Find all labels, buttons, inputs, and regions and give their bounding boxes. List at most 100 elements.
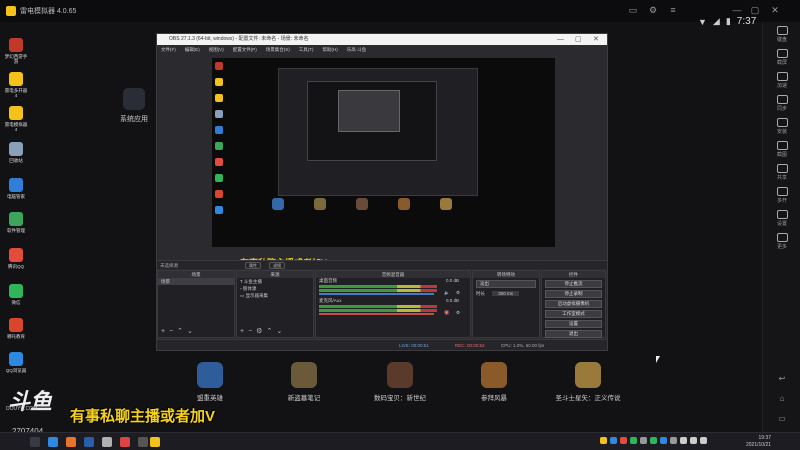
- obs-title: OBS 27.1.3 (64-bit, windows) - 配置文件: 未命名…: [169, 36, 309, 42]
- app-game-5[interactable]: 圣斗士星矢：正义传说: [548, 362, 628, 402]
- tray-icon[interactable]: [630, 437, 637, 444]
- menu-profile[interactable]: 配置文件(P): [233, 45, 257, 54]
- desktop-icon-manager[interactable]: 电脑管家: [4, 178, 28, 199]
- taskbar-app-icon[interactable]: [138, 437, 148, 447]
- sidebar-item-speed[interactable]: 加速: [767, 72, 797, 89]
- menu-icon[interactable]: ≡: [666, 4, 680, 16]
- search-icon[interactable]: [48, 437, 58, 447]
- app-game-2[interactable]: 新盗墓笔记: [276, 362, 332, 402]
- exit-button[interactable]: 退出: [545, 330, 602, 338]
- system-apps-folder[interactable]: 系统应用: [116, 88, 152, 124]
- browser-icon: [9, 352, 23, 366]
- nested-obs-capture: [278, 68, 478, 196]
- sidebar-item-share[interactable]: 共享: [767, 164, 797, 181]
- menu-help[interactable]: 帮助(H): [323, 45, 338, 54]
- taskbar-app-icon[interactable]: [84, 437, 94, 447]
- stop-streaming-button[interactable]: 停止推流: [545, 280, 602, 288]
- properties-button[interactable]: 属性: [245, 262, 261, 269]
- sidebar-item-multi[interactable]: 多开: [767, 187, 797, 204]
- studio-mode-button[interactable]: 工作室模式: [545, 310, 602, 318]
- taskbar-app-icon[interactable]: [66, 437, 76, 447]
- app-game-4[interactable]: 参拜风暴: [466, 362, 522, 402]
- filters-button[interactable]: 滤镜: [269, 262, 285, 269]
- tray-icon[interactable]: [660, 437, 667, 444]
- tray-icon[interactable]: [610, 437, 617, 444]
- obs-preview[interactable]: 有事私聊主播或者加V: [212, 58, 555, 268]
- speaker-icon[interactable]: 🔈: [444, 290, 450, 296]
- gear-icon[interactable]: ⚙: [456, 310, 460, 316]
- source-item[interactable]: T 斗鱼主播: [237, 278, 313, 285]
- obs-maximize-icon[interactable]: ▢: [575, 34, 582, 45]
- desktop-icon-multi[interactable]: 雷电多开器4: [4, 72, 28, 98]
- back-icon[interactable]: ↩: [767, 374, 797, 383]
- maximize-icon[interactable]: ▢: [748, 4, 762, 16]
- taskbar-app-icon[interactable]: [120, 437, 130, 447]
- menu-douyu[interactable]: 乐高·斗鱼: [347, 45, 367, 54]
- settings-icon[interactable]: ⚙: [646, 4, 660, 16]
- taskbar-clock[interactable]: 19:37 2021/10/21: [746, 435, 771, 449]
- volume-fader[interactable]: [319, 293, 434, 295]
- volume-fader[interactable]: [319, 313, 434, 315]
- app-game-3[interactable]: 数码宝贝：新世纪: [372, 362, 428, 402]
- home-icon[interactable]: ⌂: [767, 394, 797, 403]
- desktop-icon-browser[interactable]: QQ浏览器: [4, 352, 28, 373]
- mute-icon[interactable]: 🔇: [444, 310, 450, 316]
- scene-controls[interactable]: +−⌃⌄: [161, 327, 197, 335]
- tray-icon[interactable]: [650, 437, 657, 444]
- menu-view[interactable]: 视图(V): [209, 45, 224, 54]
- app-game-1[interactable]: 盟重英雄: [182, 362, 238, 402]
- desktop-icon-qq[interactable]: 腾讯QQ: [4, 248, 28, 269]
- scene-item[interactable]: 场景: [158, 278, 234, 285]
- virtual-camera-button[interactable]: 启动虚拟摄像机: [545, 300, 602, 308]
- menu-scene-collection[interactable]: 场景集合(S): [266, 45, 290, 54]
- emulator-logo-icon: [6, 6, 16, 16]
- emulator-titlebar: 雷电模拟器 4.0.65 ▭ ⚙ ≡ — ▢ ✕: [0, 0, 800, 22]
- sidebar-item-keyboard[interactable]: 键盘: [767, 26, 797, 43]
- desktop-icon-game[interactable]: 梦幻西游手游: [4, 38, 28, 64]
- sidebar-item-capture[interactable]: 截图: [767, 141, 797, 158]
- settings-button[interactable]: 设置: [545, 320, 602, 328]
- close-icon[interactable]: ✕: [768, 4, 782, 16]
- sidebar-item-more[interactable]: 更多: [767, 233, 797, 250]
- desktop-icon-recycle[interactable]: 回收站: [4, 142, 28, 163]
- source-controls[interactable]: +−⚙⌃⌄: [240, 327, 286, 335]
- desktop-icon-wechat[interactable]: 微信: [4, 284, 28, 305]
- menu-tools[interactable]: 工具(T): [299, 45, 314, 54]
- minimize-icon[interactable]: —: [730, 4, 744, 16]
- tray-icon[interactable]: [670, 437, 677, 444]
- clock-date: 2021/10/21: [746, 442, 772, 448]
- sidebar-item-screenshot[interactable]: 截屏: [767, 49, 797, 66]
- recent-apps-icon[interactable]: ▭: [767, 414, 797, 423]
- transitions-panel: 转场特效 淡出 时长 300 ms: [472, 270, 540, 338]
- duration-input[interactable]: 300 ms: [492, 291, 520, 296]
- obs-minimize-icon[interactable]: —: [557, 34, 564, 45]
- tray-icon[interactable]: [700, 437, 707, 444]
- keyboard-icon[interactable]: ▭: [626, 4, 640, 16]
- transition-select[interactable]: 淡出: [476, 280, 536, 288]
- stop-recording-button[interactable]: 停止录制: [545, 290, 602, 298]
- desktop-icon-edu[interactable]: 哪吒教育: [4, 318, 28, 339]
- sidebar-item-settings[interactable]: 设置: [767, 210, 797, 227]
- scenes-header: 场景: [158, 271, 234, 278]
- sidebar-item-sync[interactable]: 同步: [767, 95, 797, 112]
- sidebar-item-install[interactable]: 安装: [767, 118, 797, 135]
- volume-meter: [319, 289, 437, 292]
- desktop-icon-ldplayer[interactable]: 雷电模拟器4: [4, 106, 28, 132]
- tray-icon[interactable]: [690, 437, 697, 444]
- tray-icon[interactable]: [640, 437, 647, 444]
- obs-close-icon[interactable]: ✕: [593, 34, 599, 45]
- source-item[interactable]: ▭ 显示器采集: [237, 292, 313, 299]
- tray-icon[interactable]: [600, 437, 607, 444]
- menu-edit[interactable]: 编辑(E): [185, 45, 200, 54]
- taskbar-app-icon[interactable]: [102, 437, 112, 447]
- android-status: ▼ ◢ ▮ 7:37: [698, 16, 756, 27]
- source-item[interactable]: ▫ 肢体源: [237, 285, 313, 292]
- edu-icon: [9, 318, 23, 332]
- desktop-icon-software[interactable]: 软件管理: [4, 212, 28, 233]
- start-icon[interactable]: [30, 437, 40, 447]
- taskbar-app-icon[interactable]: [150, 437, 160, 447]
- gear-icon[interactable]: ⚙: [456, 290, 460, 296]
- tray-icon[interactable]: [620, 437, 627, 444]
- tray-icon[interactable]: [680, 437, 687, 444]
- menu-file[interactable]: 文件(F): [161, 45, 176, 54]
